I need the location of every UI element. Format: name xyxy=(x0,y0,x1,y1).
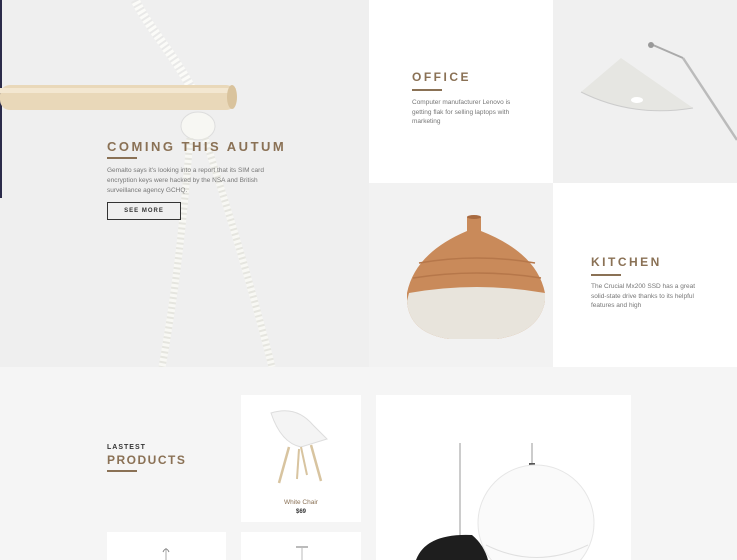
stool-thumbnail xyxy=(296,546,308,560)
hero-banner: COMING THIS AUTUM Gemalto says it's look… xyxy=(0,0,369,367)
office-title: OFFICE xyxy=(412,70,471,84)
product-card-small-1[interactable] xyxy=(107,532,226,560)
hero-description: Gemalto says it's looking into a report … xyxy=(107,167,264,194)
products-title: PRODUCTS xyxy=(107,453,187,467)
floor-lamp-image xyxy=(553,0,737,183)
office-description: Computer manufacturer Lenovo is getting … xyxy=(412,99,511,125)
pendant-lamps-image[interactable] xyxy=(376,395,631,560)
product-card-small-2[interactable] xyxy=(241,532,361,560)
hero-title: COMING THIS AUTUM xyxy=(107,139,287,154)
product-price: $69 xyxy=(295,509,306,515)
product-card-white-chair[interactable]: White Chair $69 xyxy=(241,395,361,522)
office-title-rule xyxy=(412,89,442,91)
lamp-thumbnail xyxy=(162,548,170,560)
products-title-rule xyxy=(107,470,137,472)
kitchen-category-card[interactable]: KITCHEN The Crucial Mx200 SSD has a grea… xyxy=(553,183,737,367)
kitchen-title: KITCHEN xyxy=(591,255,662,269)
kitchen-title-rule xyxy=(591,274,621,276)
product-name[interactable]: White Chair xyxy=(241,499,361,506)
vase-image xyxy=(369,183,553,367)
office-category-card[interactable]: OFFICE Computer manufacturer Lenovo is g… xyxy=(369,0,553,183)
hero-title-rule xyxy=(107,157,137,159)
products-kicker: LASTEST xyxy=(107,444,146,451)
chair-image xyxy=(270,410,328,484)
kitchen-description: The Crucial Mx200 SSD has a great solid-… xyxy=(591,283,696,309)
see-more-button[interactable]: SEE MORE xyxy=(107,202,181,220)
